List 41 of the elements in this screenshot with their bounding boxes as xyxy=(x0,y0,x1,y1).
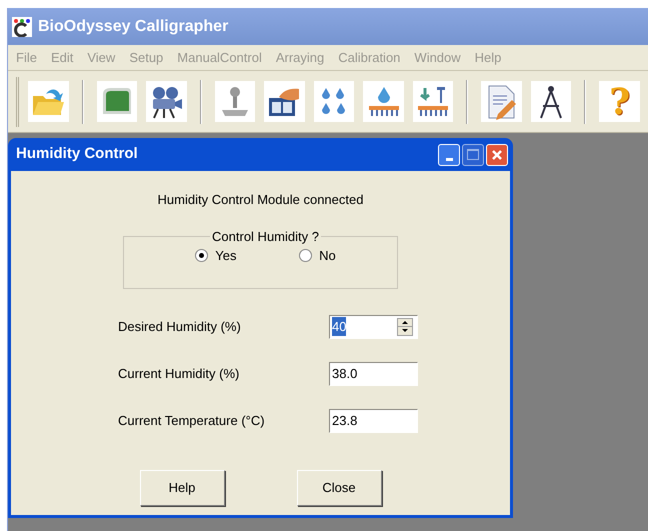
monitor-icon[interactable] xyxy=(96,81,138,122)
group-legend: Control Humidity ? xyxy=(210,226,321,246)
joystick-icon[interactable] xyxy=(214,81,256,122)
status-text: Humidity Control Module connected xyxy=(158,191,364,209)
field-label: Desired Humidity (%) xyxy=(118,318,241,336)
compass-icon[interactable] xyxy=(530,81,572,122)
menu-item[interactable]: Window xyxy=(414,48,461,68)
droplets-icon[interactable] xyxy=(314,81,354,122)
input-field[interactable]: 38.0 xyxy=(329,362,418,386)
spinner-field[interactable]: 40 xyxy=(329,314,418,338)
app-logo-icon xyxy=(12,16,32,36)
dialog-button[interactable]: Close xyxy=(296,470,382,506)
dialog-button[interactable]: Help xyxy=(140,470,224,506)
close-icon xyxy=(491,148,503,160)
radio-icon[interactable] xyxy=(299,249,312,262)
help-icon[interactable]: ? xyxy=(599,81,640,122)
radio-icon[interactable] xyxy=(195,249,208,262)
radio-option[interactable]: Yes xyxy=(195,246,236,266)
open-folder-icon[interactable] xyxy=(28,81,69,122)
app-title: BioOdyssey Calligrapher xyxy=(38,16,228,36)
minimize-button[interactable] xyxy=(438,144,460,166)
movie-camera-icon[interactable] xyxy=(146,81,187,122)
menu-item[interactable]: Edit xyxy=(50,48,74,68)
menu-item[interactable]: Calibration xyxy=(338,48,400,68)
menu-item[interactable]: ManualControl xyxy=(177,48,262,68)
menu-item[interactable]: File xyxy=(16,48,37,68)
radio-option[interactable]: No xyxy=(299,246,336,266)
field-label: Current Humidity (%) xyxy=(118,364,240,383)
menu-item[interactable]: Setup xyxy=(129,48,164,68)
input-field[interactable]: 23.8 xyxy=(329,408,418,432)
maximize-button[interactable] xyxy=(462,144,484,166)
menu-item[interactable]: View xyxy=(87,48,116,68)
field-label: Current Temperature (°C) xyxy=(118,412,265,430)
droplet-on-plate-icon[interactable] xyxy=(363,81,404,122)
document-pencil-icon[interactable] xyxy=(481,81,522,122)
dialog-title: Humidity Control xyxy=(16,144,138,164)
menu-item[interactable]: Arraying xyxy=(276,48,324,68)
menu-item[interactable]: Help xyxy=(474,48,502,68)
spinner-arrows-icon[interactable] xyxy=(397,318,413,336)
arrows-on-plate-icon[interactable] xyxy=(412,81,454,122)
close-button[interactable] xyxy=(486,144,508,166)
